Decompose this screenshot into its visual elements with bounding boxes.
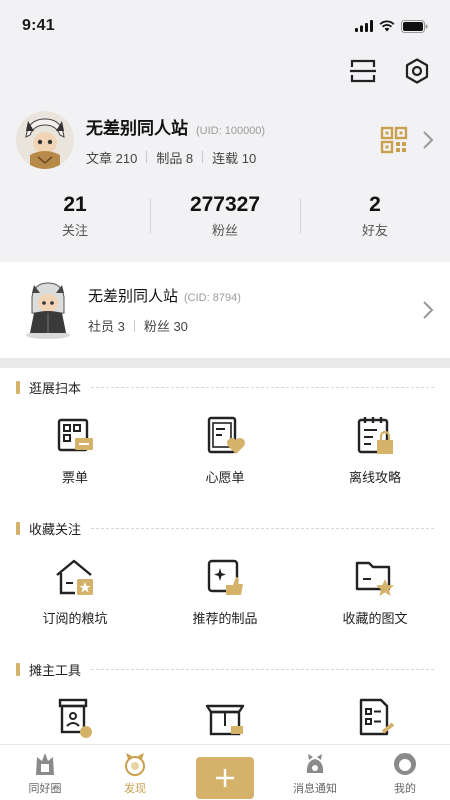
- battery-icon: [401, 19, 428, 33]
- count-friends-label: 好友: [361, 223, 388, 238]
- qr-code-icon: [380, 126, 408, 154]
- recommended-icon: [207, 559, 243, 595]
- section-title: 摊主工具: [29, 662, 82, 678]
- club-avatar[interactable]: [20, 279, 76, 341]
- bottom-tab-bar: 同好圈 发现 消息通知 我的: [0, 744, 450, 800]
- profile-stats: 文章 210 制品 8 连载 10: [86, 148, 380, 167]
- tab-create[interactable]: [180, 745, 270, 800]
- divider: [146, 151, 148, 163]
- scan-icon: [350, 59, 376, 83]
- tab-me-label: 我的: [394, 783, 416, 795]
- club-stats: 社员 3 粉丝 30: [88, 316, 422, 335]
- section-grid-expo: 票单 心愿单 离线攻略: [0, 406, 450, 509]
- section-grid-favorites: 订阅的粮坑 推荐的制品 收藏的图文: [0, 547, 450, 650]
- gear-icon: [405, 58, 429, 84]
- count-fans-label: 粉丝: [211, 223, 238, 238]
- signal-icon: [355, 20, 373, 32]
- dashed-divider: [91, 668, 434, 670]
- profile-name: 无差别同人站: [86, 118, 188, 138]
- tab-me[interactable]: 我的: [360, 745, 450, 800]
- create-button[interactable]: [196, 757, 254, 799]
- count-fans-value: 277327: [189, 193, 261, 216]
- offline-guide-label: 离线攻略: [348, 470, 401, 485]
- plus-icon: [216, 769, 234, 787]
- club-card[interactable]: 无差别同人站 (CID: 8794) 社员 3 粉丝 30: [0, 262, 450, 358]
- chevron-right-icon: [423, 131, 434, 149]
- dashed-divider: [91, 527, 434, 529]
- favorites-label: 收藏的图文: [342, 611, 408, 626]
- wishlist-button[interactable]: 心愿单: [150, 406, 300, 509]
- top-toolbar: [348, 56, 432, 86]
- club-stat-fans: 粉丝 30: [143, 319, 188, 334]
- recommended-button[interactable]: 推荐的制品: [150, 547, 300, 650]
- profile-info: 无差别同人站 (UID: 100000) 文章 210 制品 8 连载 10: [86, 114, 380, 167]
- section-mark: [16, 662, 20, 676]
- booth-icon: [58, 698, 92, 738]
- stat-articles[interactable]: 文章 210: [86, 148, 137, 167]
- list-icon: [359, 698, 395, 736]
- section-divider: [0, 358, 450, 368]
- counts-row: 21 关注 277327 粉丝 2 好友: [0, 192, 450, 239]
- subscribed-icon: [56, 559, 93, 595]
- tab-notifications-label: 消息通知: [293, 783, 337, 795]
- club-info: 无差别同人站 (CID: 8794) 社员 3 粉丝 30: [88, 285, 422, 335]
- stat-serials[interactable]: 连载 10: [212, 148, 256, 167]
- box-icon: [205, 704, 245, 736]
- count-following-label: 关注: [61, 223, 88, 238]
- divider: [202, 151, 204, 163]
- section-header-expo: 逛展扫本: [0, 368, 450, 406]
- divider: [133, 319, 135, 332]
- settings-button[interactable]: [402, 56, 432, 86]
- status-icons: [355, 19, 428, 33]
- tab-discover[interactable]: 发现: [90, 745, 180, 800]
- wifi-icon: [379, 20, 395, 32]
- subscribed-label: 订阅的粮坑: [42, 611, 108, 626]
- count-following[interactable]: 21 关注: [0, 192, 150, 239]
- wishlist-label: 心愿单: [205, 470, 245, 485]
- favorites-button[interactable]: 收藏的图文: [300, 547, 450, 650]
- profile-header: 9:41 无差别同人站 (UID: 100000) 文章 210 制品 8 连载…: [0, 0, 450, 262]
- ticket-button[interactable]: 票单: [0, 406, 150, 509]
- status-time: 9:41: [22, 17, 55, 34]
- me-tab-icon: [394, 753, 416, 775]
- section-title: 逛展扫本: [29, 380, 82, 396]
- offline-guide-icon: [357, 417, 393, 454]
- section-header-favorites: 收藏关注: [0, 509, 450, 547]
- tab-discover-label: 发现: [124, 783, 146, 795]
- discover-tab-icon: [125, 753, 145, 776]
- profile-card[interactable]: 无差别同人站 (UID: 100000) 文章 210 制品 8 连载 10: [16, 108, 434, 172]
- profile-uid: (UID: 100000): [196, 124, 266, 137]
- tab-circle-label: 同好圈: [28, 783, 62, 795]
- circle-tab-icon: [36, 753, 54, 775]
- section-header-vendor-tools: 摊主工具: [0, 650, 450, 688]
- tab-circle[interactable]: 同好圈: [0, 745, 90, 800]
- ticket-label: 票单: [61, 470, 88, 485]
- wishlist-icon: [207, 416, 245, 454]
- notification-tab-icon: [306, 754, 324, 773]
- dashed-divider: [91, 386, 434, 388]
- count-following-value: 21: [63, 193, 87, 216]
- count-friends[interactable]: 2 好友: [300, 192, 450, 239]
- scan-button[interactable]: [348, 56, 378, 86]
- recommended-label: 推荐的制品: [192, 611, 258, 626]
- club-stat-members: 社员 3: [88, 319, 125, 334]
- section-title: 收藏关注: [29, 521, 82, 537]
- club-name: 无差别同人站: [88, 288, 179, 305]
- tab-notifications[interactable]: 消息通知: [270, 745, 360, 800]
- ticket-icon: [57, 418, 93, 452]
- section-mark: [16, 521, 20, 535]
- avatar[interactable]: [16, 111, 74, 169]
- favorites-icon: [355, 561, 394, 596]
- stat-products[interactable]: 制品 8: [156, 148, 193, 167]
- chevron-right-icon: [423, 301, 434, 319]
- status-bar: 9:41: [0, 0, 450, 52]
- club-cid: (CID: 8794): [184, 292, 241, 304]
- count-fans[interactable]: 277327 粉丝: [150, 192, 300, 239]
- qr-code-button[interactable]: [380, 126, 408, 154]
- section-mark: [16, 380, 20, 394]
- count-friends-value: 2: [369, 193, 381, 216]
- subscribed-button[interactable]: 订阅的粮坑: [0, 547, 150, 650]
- offline-guide-button[interactable]: 离线攻略: [300, 406, 450, 509]
